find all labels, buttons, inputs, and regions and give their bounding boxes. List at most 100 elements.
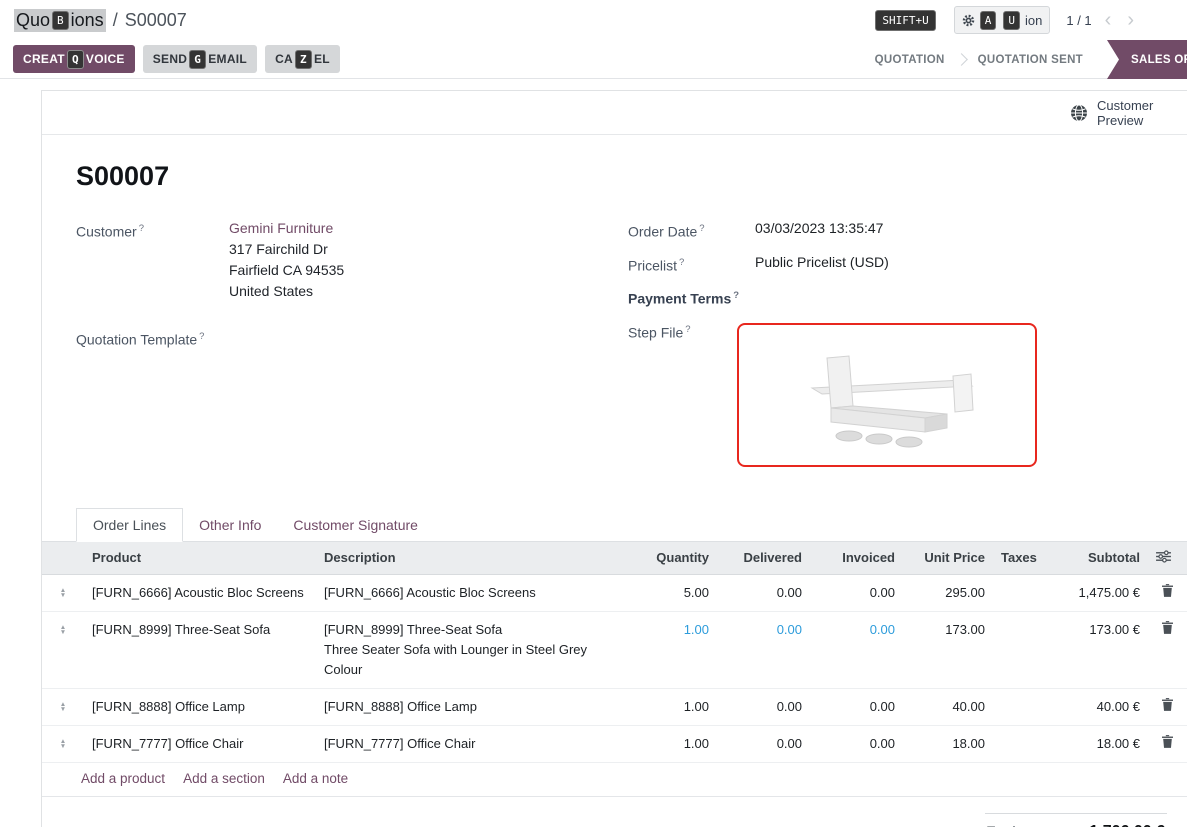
- delete-line-button[interactable]: [1162, 698, 1173, 714]
- order-line-subtotal-cell[interactable]: 173.00 €: [1038, 611, 1148, 688]
- add-section-link[interactable]: Add a section: [183, 771, 265, 786]
- pricelist-value[interactable]: Public Pricelist (USD): [755, 252, 889, 277]
- drag-handle-icon[interactable]: [60, 698, 66, 712]
- field-group-left: Customer? Gemini Furniture 317 Fairchild…: [76, 218, 628, 476]
- customer-address-line: Fairfield CA 94535: [229, 260, 344, 281]
- order-line-taxes-cell[interactable]: [993, 688, 1038, 725]
- order-line-row: [FURN_8999] Three-Seat Sofa [FURN_8999] …: [42, 611, 1187, 688]
- order-line-product-cell[interactable]: [FURN_8888] Office Lamp: [84, 688, 316, 725]
- order-line-subtotal-cell[interactable]: 18.00 €: [1038, 725, 1148, 762]
- field-payment-terms: Payment Terms?: [628, 285, 1187, 310]
- add-product-link[interactable]: Add a product: [81, 771, 165, 786]
- order-line-invoiced-cell[interactable]: 0.00: [810, 574, 903, 611]
- tab-order-lines[interactable]: Order Lines: [76, 508, 183, 542]
- status-step-quotation[interactable]: QUOTATION: [861, 54, 959, 66]
- help-icon: ?: [679, 257, 684, 268]
- notebook-tabs: Order Lines Other Info Customer Signatur…: [42, 508, 1187, 542]
- column-header-product[interactable]: Product: [84, 542, 316, 575]
- order-line-invoiced-cell[interactable]: 0.00: [810, 688, 903, 725]
- order-line-product-cell[interactable]: [FURN_7777] Office Chair: [84, 725, 316, 762]
- order-line-taxes-cell[interactable]: [993, 611, 1038, 688]
- delete-line-button[interactable]: [1162, 621, 1173, 637]
- create-invoice-button[interactable]: CREAT Q VOICE: [13, 45, 135, 73]
- order-line-delivered-cell[interactable]: 0.00: [717, 725, 810, 762]
- tab-other-info[interactable]: Other Info: [183, 509, 277, 541]
- order-line-unit-price-cell[interactable]: 173.00: [903, 611, 993, 688]
- order-line-quantity-cell[interactable]: 1.00: [622, 688, 717, 725]
- field-label-payment-terms: Payment Terms?: [628, 285, 755, 310]
- order-line-quantity-cell[interactable]: 1.00: [622, 725, 717, 762]
- field-pricelist: Pricelist? Public Pricelist (USD): [628, 252, 1187, 277]
- drag-handle-icon[interactable]: [60, 735, 66, 749]
- help-icon: ?: [699, 223, 704, 234]
- trash-icon: [1162, 698, 1173, 711]
- breadcrumb-quotations-text-pre: Quo: [16, 10, 50, 31]
- trash-icon: [1162, 584, 1173, 597]
- help-icon: ?: [139, 223, 144, 234]
- help-icon: ?: [199, 331, 204, 342]
- control-bar: CREAT Q VOICE SEND G EMAIL CA Z EL QUOTA…: [0, 40, 1187, 79]
- order-line-invoiced-cell[interactable]: 0.00: [810, 611, 903, 688]
- help-icon: ?: [733, 290, 739, 301]
- action-menu-label: ion: [1025, 13, 1042, 28]
- status-step-sales-order[interactable]: SALES ORDER: [1107, 40, 1187, 79]
- customer-preview-label: Customer Preview: [1097, 98, 1163, 128]
- customer-link[interactable]: Gemini Furniture: [229, 220, 333, 236]
- add-note-link[interactable]: Add a note: [283, 771, 348, 786]
- order-line-description-cell[interactable]: [FURN_8888] Office Lamp: [316, 688, 622, 725]
- cancel-button[interactable]: CA Z EL: [265, 45, 340, 73]
- order-date-value[interactable]: 03/03/2023 13:35:47: [755, 218, 883, 243]
- shortcut-hint-badge: G: [189, 50, 206, 69]
- column-header-description[interactable]: Description: [316, 542, 622, 575]
- customer-address-line: United States: [229, 281, 344, 302]
- step-file-image-widget[interactable]: [737, 323, 1037, 467]
- send-email-label-post: EMAIL: [208, 52, 247, 66]
- order-line-taxes-cell[interactable]: [993, 725, 1038, 762]
- order-line-subtotal-cell[interactable]: 1,475.00 €: [1038, 574, 1148, 611]
- column-header-invoiced[interactable]: Invoiced: [810, 542, 903, 575]
- order-line-subtotal-cell[interactable]: 40.00 €: [1038, 688, 1148, 725]
- order-line-unit-price-cell[interactable]: 18.00: [903, 725, 993, 762]
- column-header-delivered[interactable]: Delivered: [717, 542, 810, 575]
- drag-handle-icon[interactable]: [60, 621, 66, 635]
- order-line-row: [FURN_7777] Office Chair [FURN_7777] Off…: [42, 725, 1187, 762]
- optional-columns-button[interactable]: [1156, 550, 1171, 566]
- action-menu-button[interactable]: A U ion: [954, 6, 1051, 34]
- order-line-product-cell[interactable]: [FURN_8999] Three-Seat Sofa: [84, 611, 316, 688]
- shortcut-hint-badge: B: [52, 11, 69, 30]
- delete-line-button[interactable]: [1162, 584, 1173, 600]
- drag-handle-icon[interactable]: [60, 584, 66, 598]
- send-email-button[interactable]: SEND G EMAIL: [143, 45, 257, 73]
- order-line-description-cell[interactable]: [FURN_6666] Acoustic Bloc Screens: [316, 574, 622, 611]
- status-step-quotation-sent[interactable]: QUOTATION SENT: [964, 54, 1097, 66]
- pager-next-button[interactable]: ›: [1124, 10, 1137, 30]
- order-line-quantity-cell[interactable]: 1.00: [622, 611, 717, 688]
- column-header-taxes[interactable]: Taxes: [993, 542, 1038, 575]
- order-line-unit-price-cell[interactable]: 295.00: [903, 574, 993, 611]
- order-line-description-cell[interactable]: [FURN_7777] Office Chair: [316, 725, 622, 762]
- order-line-delivered-cell[interactable]: 0.00: [717, 574, 810, 611]
- table-header-row: Product Description Quantity Delivered I…: [42, 542, 1187, 575]
- order-line-product-cell[interactable]: [FURN_6666] Acoustic Bloc Screens: [84, 574, 316, 611]
- column-header-unit-price[interactable]: Unit Price: [903, 542, 993, 575]
- breadcrumb-quotations-link[interactable]: Quo B ions: [14, 9, 106, 32]
- order-line-invoiced-cell[interactable]: 0.00: [810, 725, 903, 762]
- order-line-taxes-cell[interactable]: [993, 574, 1038, 611]
- pager-previous-button[interactable]: ‹: [1102, 10, 1115, 30]
- order-line-unit-price-cell[interactable]: 40.00: [903, 688, 993, 725]
- order-line-description-cell[interactable]: [FURN_8999] Three-Seat Sofa Three Seater…: [316, 611, 622, 688]
- order-line-delivered-cell[interactable]: 0.00: [717, 688, 810, 725]
- delete-line-button[interactable]: [1162, 735, 1173, 751]
- record-title: S00007: [76, 161, 1187, 192]
- trash-icon: [1162, 735, 1173, 748]
- order-line-quantity-cell[interactable]: 5.00: [622, 574, 717, 611]
- pager-value: 1 / 1: [1066, 13, 1091, 28]
- column-header-subtotal[interactable]: Subtotal: [1038, 542, 1148, 575]
- customer-preview-button[interactable]: Customer Preview: [1070, 98, 1163, 128]
- tab-customer-signature[interactable]: Customer Signature: [277, 509, 434, 541]
- field-label-quotation-template: Quotation Template?: [76, 326, 229, 351]
- sheet-header-strip: Customer Preview: [42, 91, 1187, 135]
- column-header-quantity[interactable]: Quantity: [622, 542, 717, 575]
- field-customer: Customer? Gemini Furniture 317 Fairchild…: [76, 218, 628, 302]
- order-line-delivered-cell[interactable]: 0.00: [717, 611, 810, 688]
